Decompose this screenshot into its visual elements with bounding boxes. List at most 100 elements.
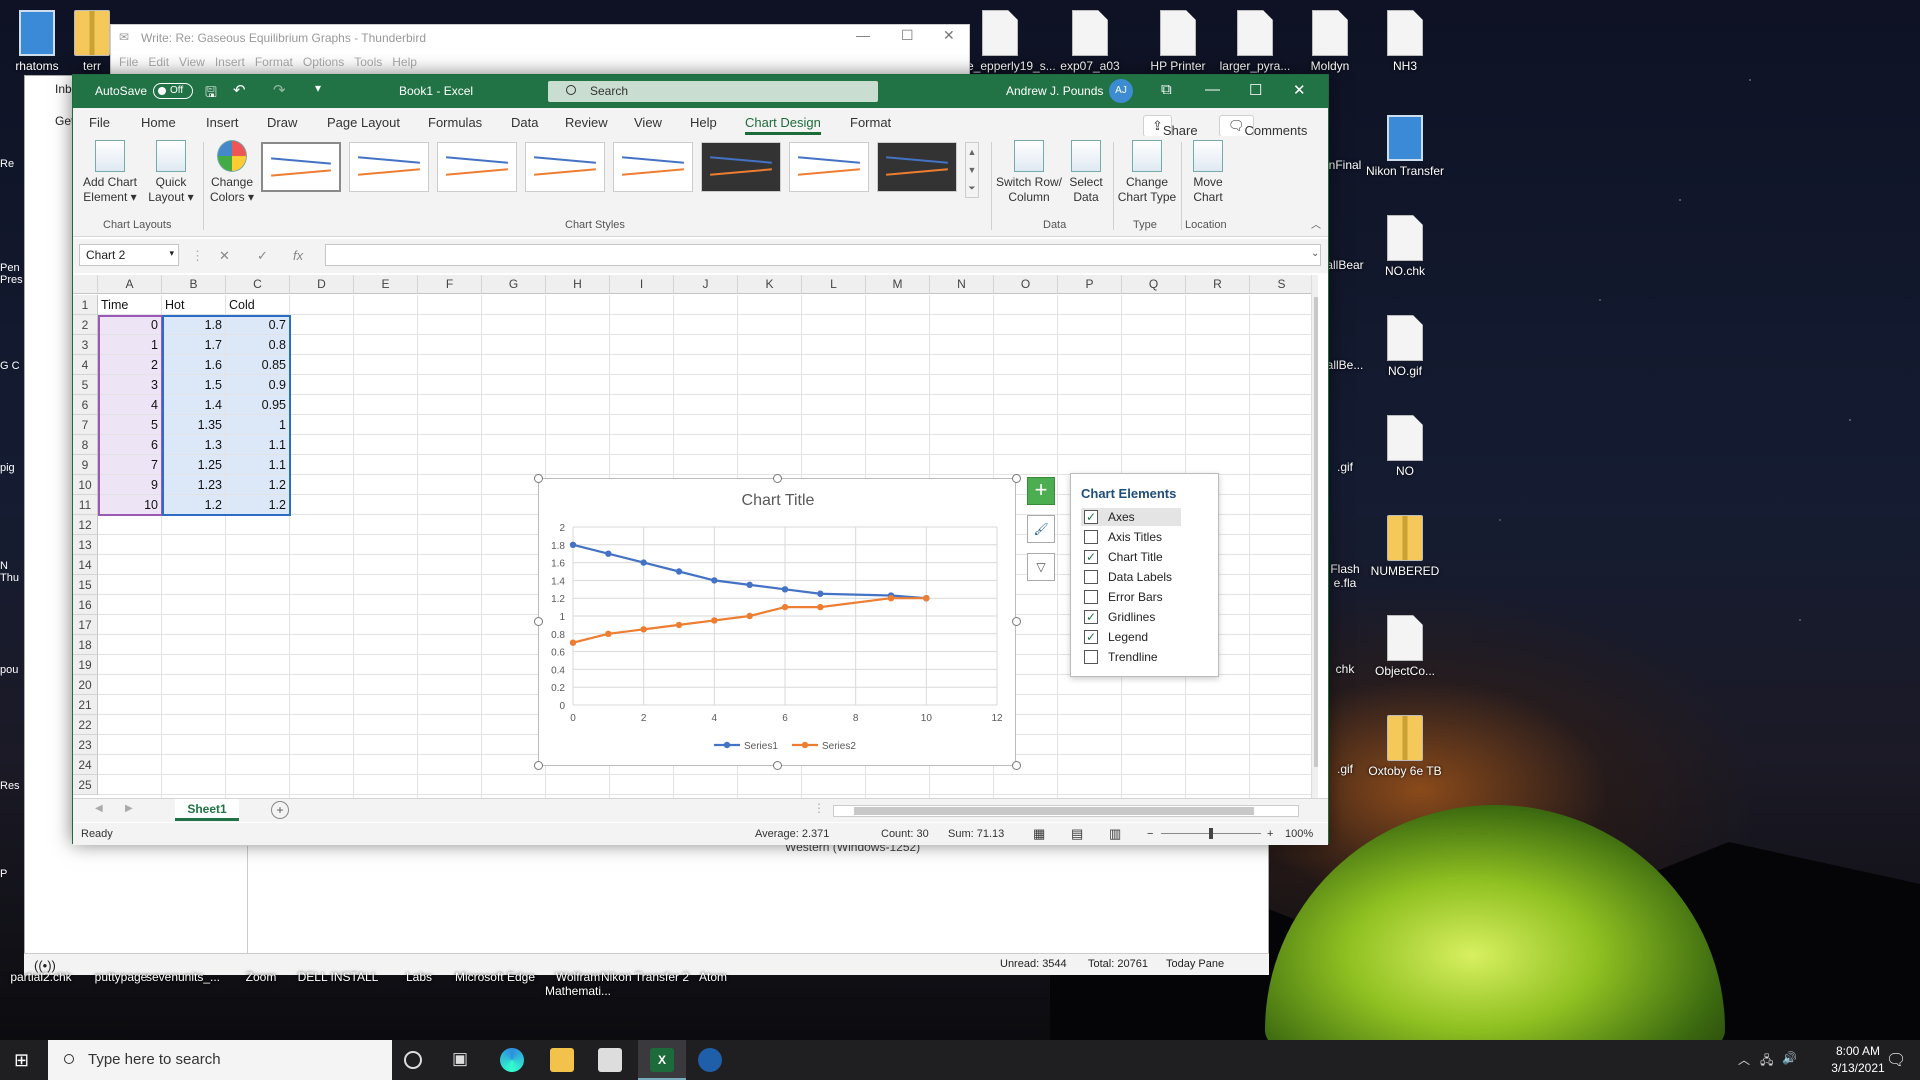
menu-options[interactable]: Options	[303, 55, 344, 69]
menu-help[interactable]: Help	[392, 55, 417, 69]
column-header[interactable]: D	[290, 275, 354, 294]
desktop-icon[interactable]: ObjectCo...	[1360, 615, 1450, 678]
table-cell[interactable]: 4	[98, 395, 162, 415]
resize-handle[interactable]	[1012, 617, 1021, 626]
zoom-out-icon[interactable]: −	[1147, 828, 1153, 840]
close-icon[interactable]: ✕	[1293, 81, 1306, 99]
row-header[interactable]: 7	[73, 415, 98, 435]
column-header[interactable]: R	[1186, 275, 1250, 294]
table-cell[interactable]: 0.9	[226, 375, 290, 395]
desktop-icon[interactable]: exp07_a03	[1045, 10, 1135, 73]
row-header[interactable]: 4	[73, 355, 98, 375]
column-header[interactable]: K	[738, 275, 802, 294]
column-header[interactable]: F	[418, 275, 482, 294]
minimize-icon[interactable]: —	[1205, 81, 1220, 98]
clock-time[interactable]: 8:00 AM	[1826, 1044, 1890, 1058]
column-header[interactable]: J	[674, 275, 738, 294]
page-break-view-icon[interactable]: ▥	[1109, 826, 1121, 842]
tab-draw[interactable]: Draw	[267, 115, 297, 130]
table-cell[interactable]: 1.2	[226, 495, 290, 515]
menu-file[interactable]: File	[119, 55, 138, 69]
chart-styles-button[interactable]: 🖌	[1027, 515, 1055, 543]
zoom-in-icon[interactable]: +	[1267, 828, 1273, 840]
cortana-icon[interactable]	[404, 1051, 422, 1069]
row-header[interactable]: 10	[73, 475, 98, 495]
chart-element-option[interactable]: ✓ Gridlines	[1081, 608, 1181, 626]
tab-home[interactable]: Home	[141, 115, 176, 130]
maximize-icon[interactable]: ☐	[1249, 81, 1262, 99]
row-header[interactable]: 24	[73, 755, 98, 775]
resize-handle[interactable]	[1012, 761, 1021, 770]
table-cell[interactable]: 9	[98, 475, 162, 495]
taskbar-search[interactable]: Type here to search	[48, 1040, 392, 1080]
row-header[interactable]: 3	[73, 335, 98, 355]
chart-style-2[interactable]	[349, 142, 429, 192]
table-cell[interactable]: 1.3	[162, 435, 226, 455]
normal-view-icon[interactable]: ▦	[1033, 826, 1045, 842]
desktop-icon[interactable]: Nikon Transfer	[1360, 115, 1450, 178]
table-cell[interactable]: 0.95	[226, 395, 290, 415]
table-cell[interactable]: 1.7	[162, 335, 226, 355]
chart-element-option[interactable]: Data Labels	[1081, 568, 1181, 586]
table-cell[interactable]: 1.1	[226, 435, 290, 455]
clock-date[interactable]: 3/13/2021	[1826, 1061, 1890, 1075]
checkbox[interactable]: ✓	[1084, 510, 1098, 524]
volume-icon[interactable]: 🔊	[1782, 1051, 1797, 1065]
comments-button[interactable]: 🗨 Comments	[1219, 115, 1307, 138]
customize-qat-icon[interactable]: ▾	[315, 81, 321, 95]
column-header[interactable]: B	[162, 275, 226, 294]
row-header[interactable]: 25	[73, 775, 98, 795]
tab-splitter[interactable]: ⋮	[813, 801, 825, 815]
row-header[interactable]: 19	[73, 655, 98, 675]
scroll-left-icon[interactable]: ◀	[95, 803, 103, 814]
resize-handle[interactable]	[534, 474, 543, 483]
minimize-icon[interactable]: —	[856, 27, 870, 43]
resize-handle[interactable]	[773, 761, 782, 770]
checkbox[interactable]	[1084, 590, 1098, 604]
row-header[interactable]: 13	[73, 535, 98, 555]
menu-format[interactable]: Format	[255, 55, 293, 69]
table-cell[interactable]: 2	[98, 355, 162, 375]
vertical-scrollbar[interactable]	[1311, 275, 1318, 798]
close-icon[interactable]: ✕	[943, 27, 955, 44]
select-all-corner[interactable]	[73, 275, 98, 294]
desktop-icon[interactable]: NH3	[1360, 10, 1450, 73]
table-cell[interactable]: 0.7	[226, 315, 290, 335]
row-header[interactable]: 9	[73, 455, 98, 475]
header-cell[interactable]: Hot	[162, 295, 226, 315]
desktop-icon[interactable]: NUMBERED	[1360, 515, 1450, 578]
chart-style-4[interactable]	[525, 142, 605, 192]
maximize-icon[interactable]: ☐	[901, 27, 914, 44]
table-cell[interactable]: 1	[98, 335, 162, 355]
checkbox[interactable]: ✓	[1084, 610, 1098, 624]
desktop-icon[interactable]: partial2.chk	[0, 970, 86, 984]
formula-input[interactable]	[325, 244, 1321, 266]
chart-element-option[interactable]: ✓ Legend	[1081, 628, 1181, 646]
column-header[interactable]: S	[1250, 275, 1314, 294]
switch-row-column-button[interactable]: Switch Row/ Column	[995, 140, 1063, 205]
chart-style-5[interactable]	[613, 142, 693, 192]
chart-element-option[interactable]: Axis Titles	[1081, 528, 1181, 546]
chart-element-option[interactable]: Error Bars	[1081, 588, 1181, 606]
horizontal-scrollbar[interactable]	[833, 805, 1299, 817]
notifications-icon[interactable]: 🗨	[1886, 1050, 1906, 1070]
row-header[interactable]: 14	[73, 555, 98, 575]
desktop-icon[interactable]: DELL INSTALL	[293, 970, 383, 984]
move-chart-button[interactable]: Move Chart	[1183, 140, 1233, 205]
row-header[interactable]: 16	[73, 595, 98, 615]
table-cell[interactable]: 7	[98, 455, 162, 475]
row-header[interactable]: 8	[73, 435, 98, 455]
tab-help[interactable]: Help	[690, 115, 717, 130]
row-header[interactable]: 6	[73, 395, 98, 415]
table-cell[interactable]: 1.6	[162, 355, 226, 375]
header-cell[interactable]: Time	[98, 295, 162, 315]
table-cell[interactable]: 1	[226, 415, 290, 435]
cancel-icon[interactable]: ✕	[219, 248, 230, 264]
collapse-ribbon-icon[interactable]: ︿	[1311, 216, 1321, 231]
menu-insert[interactable]: Insert	[215, 55, 245, 69]
tab-file[interactable]: File	[89, 115, 110, 130]
scroll-thumb[interactable]	[1314, 297, 1318, 767]
search-box[interactable]: Search	[548, 81, 878, 102]
chart-element-option[interactable]: Trendline	[1081, 648, 1181, 666]
desktop-icon[interactable]: NO.chk	[1360, 215, 1450, 278]
